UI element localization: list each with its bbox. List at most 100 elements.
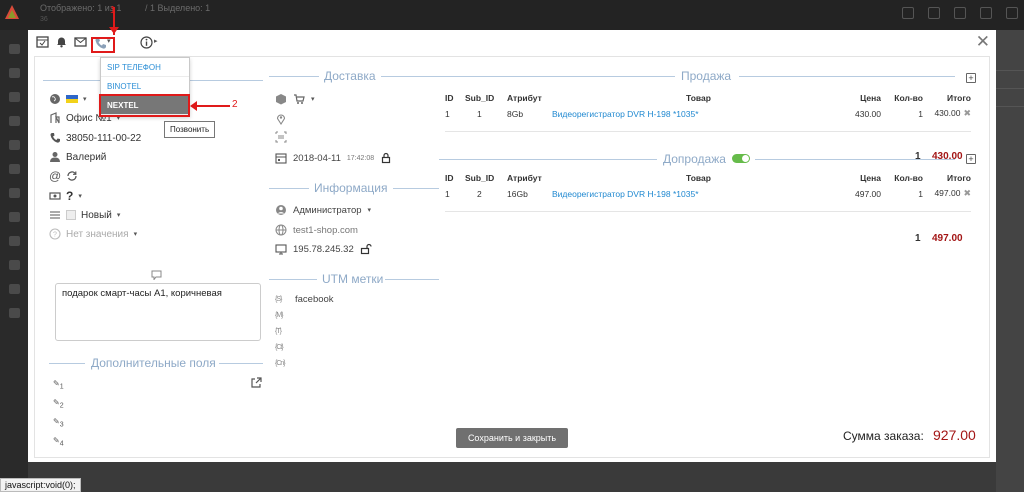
date-value: 2018-04-11 [293, 152, 341, 164]
close-button[interactable]: ✕ [976, 33, 990, 50]
bg-top-icons [902, 7, 1018, 19]
calendar-icon[interactable] [36, 35, 49, 48]
sale-table-header: ID Sub_ID Атрибут Товар Цена Кол-во Итог… [445, 93, 971, 106]
browser-status-bar: javascript:void(0); [0, 478, 81, 492]
external-link-icon[interactable] [251, 377, 262, 388]
upsale-sum-qty: 1 [915, 233, 921, 244]
site-row: test1-shop.com [275, 224, 358, 236]
admin-caret[interactable]: ▾ [368, 206, 372, 214]
sale-divider [445, 131, 971, 132]
extra-field-2[interactable]: ✎2 [53, 398, 64, 410]
payment-value: ? [66, 189, 74, 203]
pencil-icon: ✎ [53, 417, 60, 426]
admin-row[interactable]: Администратор ▾ [275, 204, 371, 216]
reason-value: Нет значения [66, 228, 129, 240]
cell-price: 430.00 [855, 108, 881, 119]
col-header-price: Цена [860, 93, 881, 103]
col-header-qty: Кол-во [894, 93, 923, 103]
upsale-toggle[interactable] [732, 154, 750, 163]
order-sum-label: Сумма заказа: [843, 429, 924, 443]
payment-row[interactable]: ? ▾ [49, 189, 82, 203]
cell-attr: 16Gb [507, 188, 528, 199]
col-header-id: ID [445, 173, 454, 183]
info-caret[interactable]: ▸ [154, 37, 158, 45]
ukraine-flag-icon [66, 95, 78, 103]
remove-icon[interactable]: ✖ [960, 108, 971, 118]
email-row[interactable]: @ [49, 170, 78, 182]
delivery-method-row[interactable]: ▾ [275, 93, 315, 105]
upsale-header: Допродажа [439, 152, 955, 166]
unlock-icon[interactable] [360, 243, 372, 255]
payment-caret[interactable]: ▾ [78, 192, 82, 200]
phone-row: 38050-111-00-22 [49, 132, 141, 144]
utm-campaign-icon: {Cn} [275, 360, 286, 367]
utm-source-icon: {S} [275, 296, 282, 303]
upsale-sum-total: 497.00 [932, 233, 963, 244]
product-link[interactable]: Видеорегистратор DVR H-198 *1035* [552, 189, 699, 199]
remove-icon[interactable]: ✖ [960, 188, 971, 198]
svg-text:?: ? [53, 232, 57, 239]
utm-term-icon: {T} [275, 328, 282, 335]
user-icon [49, 151, 61, 163]
ip-value: 195.78.245.32 [293, 243, 354, 255]
user-icon [275, 204, 287, 216]
cell-qty[interactable]: 1 [881, 186, 923, 201]
upsale-table-header: ID Sub_ID Атрибут Товар Цена Кол-во Итог… [445, 173, 971, 186]
utm-source-value: facebook [295, 294, 334, 305]
name-row: Валерий [49, 151, 106, 163]
app-logo-icon [5, 5, 19, 19]
save-and-close-button[interactable]: Сохранить и закрыть [456, 428, 568, 448]
extra-field-1[interactable]: ✎1 [53, 379, 64, 391]
utm-content-icon: {Ct} [275, 344, 284, 351]
admin-value: Администратор [293, 204, 362, 216]
phone-value: 38050-111-00-22 [66, 132, 142, 144]
sale-header: Продажа [439, 69, 955, 83]
sale-table: ID Sub_ID Атрибут Товар Цена Кол-во Итог… [445, 93, 971, 121]
utm-term-row: {T} [275, 328, 289, 335]
order-sum-value: 927.00 [933, 427, 976, 443]
status-caret[interactable]: ▾ [117, 211, 121, 219]
col-header-total: Итого [947, 93, 971, 103]
delivery-title: Доставка [324, 69, 376, 83]
add-sale-button[interactable]: + [966, 73, 976, 83]
mail-icon[interactable] [74, 35, 87, 48]
status-color-swatch [66, 210, 76, 220]
status-row[interactable]: Новый ▾ [49, 209, 120, 221]
country-row[interactable]: ▾ [49, 93, 87, 105]
utm-source-row: {S} facebook [275, 294, 334, 305]
building-icon [49, 112, 61, 124]
bell-icon[interactable] [55, 35, 68, 48]
menu-item-sip[interactable]: SIP ТЕЛЕФОН [101, 58, 189, 77]
ip-row: 195.78.245.32 [275, 243, 372, 255]
utm-medium-row: {M} [275, 312, 289, 319]
extra-field-4[interactable]: ✎4 [53, 436, 64, 448]
col-header-price: Цена [860, 173, 881, 183]
cell-qty[interactable]: 1 [881, 106, 923, 121]
country-caret[interactable]: ▾ [83, 95, 87, 103]
lock-icon[interactable] [380, 152, 392, 164]
utm-header: UTM метки [269, 272, 439, 286]
product-link[interactable]: Видеорегистратор DVR H-198 *1035* [552, 109, 699, 119]
reason-row[interactable]: ? Нет значения ▾ [49, 228, 137, 240]
extra-field-3[interactable]: ✎3 [53, 417, 64, 429]
refresh-icon[interactable] [66, 170, 78, 182]
comment-textarea[interactable]: подарок смарт-часы A1, коричневая [55, 283, 261, 341]
add-upsale-button[interactable]: + [966, 154, 976, 164]
col-header-id: ID [445, 93, 454, 103]
comment-bubble-icon [151, 270, 162, 281]
utm-content-row: {Ct} [275, 344, 289, 351]
barcode-icon [275, 131, 287, 143]
box-icon [275, 93, 287, 105]
cell-id: 1 [445, 188, 450, 199]
barcode-row [275, 131, 287, 143]
upsale-title: Допродажа [663, 152, 726, 166]
reason-caret[interactable]: ▾ [134, 230, 138, 238]
col-header-attr: Атрибут [507, 93, 542, 103]
calendar-small-icon [275, 152, 287, 164]
name-value: Валерий [66, 151, 107, 163]
delivery-header: Доставка [269, 69, 439, 83]
money-icon [49, 190, 61, 202]
info-icon[interactable] [140, 36, 153, 49]
delivery-caret[interactable]: ▾ [311, 95, 315, 103]
delivery-cart-icon [293, 93, 305, 105]
